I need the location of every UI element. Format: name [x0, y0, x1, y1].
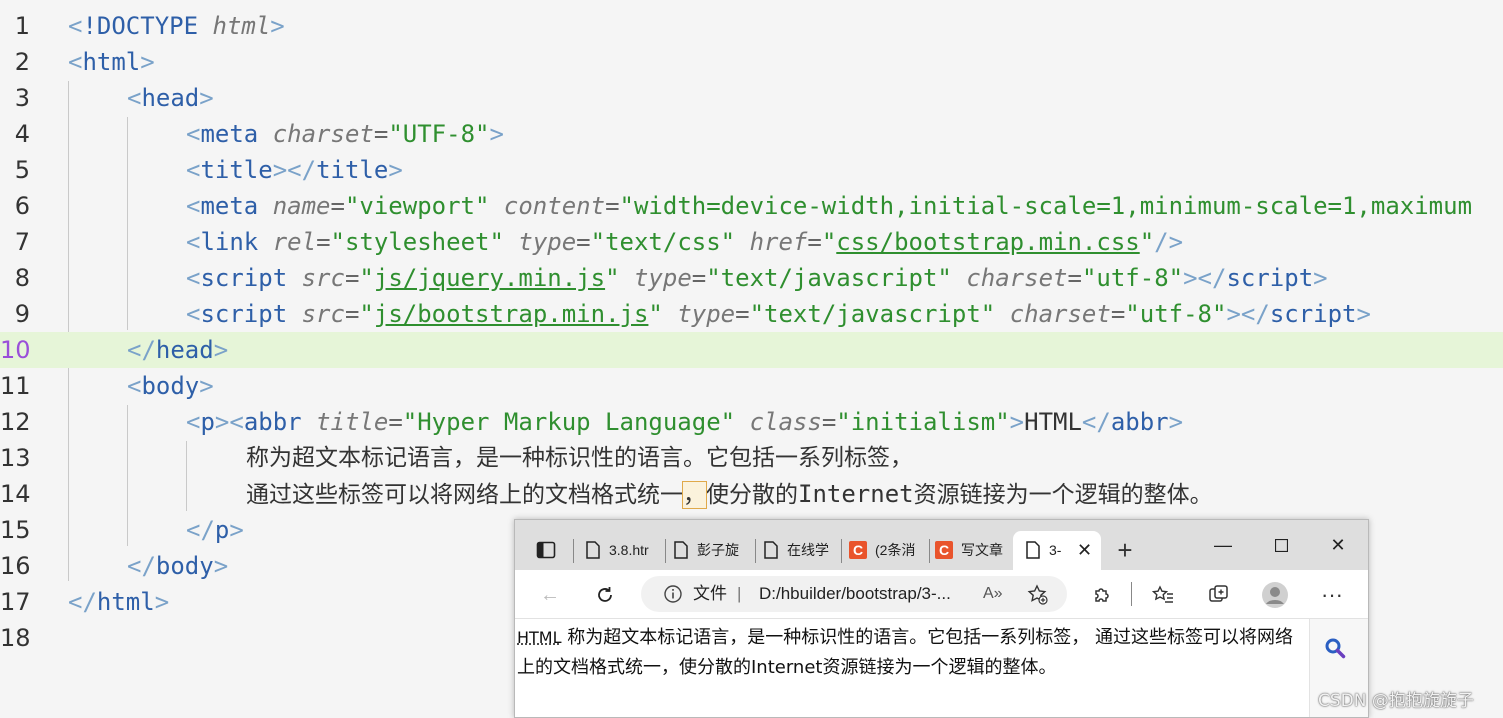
page-content: HTML 称为超文本标记语言，是一种标识性的语言。它包括一系列标签， 通过这些标… [515, 619, 1310, 717]
code-line[interactable]: 11 <body> [0, 368, 1503, 404]
favorites-icon [1152, 585, 1174, 605]
file-link[interactable]: css/bootstrap.min.css [836, 228, 1139, 256]
arrow-left-icon: ← [540, 584, 560, 607]
profile-button[interactable] [1260, 580, 1290, 610]
tab-active-content[interactable]: 3- ✕ [1025, 534, 1101, 566]
code-line[interactable]: 12 <p><abbr title="Hyper Markup Language… [0, 404, 1503, 440]
tab-csdn[interactable]: C (2条消 [849, 534, 929, 566]
refresh-button[interactable] [590, 580, 620, 610]
code-line[interactable]: 2 <html> [0, 44, 1503, 80]
code-line[interactable]: 13 称为超文本标记语言，是一种标识性的语言。它包括一系列标签， [0, 440, 1503, 476]
avatar-icon [1261, 581, 1289, 609]
abbr-html[interactable]: HTML [517, 628, 562, 647]
refresh-icon [595, 585, 615, 605]
puzzle-icon [1092, 585, 1112, 605]
code-line[interactable]: 9 <script src="js/bootstrap.min.js" type… [0, 296, 1503, 332]
minimize-icon: — [1214, 535, 1232, 556]
new-tab-button[interactable]: + [1110, 535, 1140, 565]
code-line[interactable]: 14 通过这些标签可以将网络上的文档格式统一，使分散的Internet资源链接为… [0, 476, 1503, 512]
line-number: 2 [0, 44, 30, 80]
code-line[interactable]: 5 <title></title> [0, 152, 1503, 188]
address-divider: | [737, 576, 741, 612]
code-line[interactable]: 8 <script src="js/jquery.min.js" type="t… [0, 260, 1503, 296]
tab-separator [573, 539, 574, 563]
browser-window[interactable]: 3.8.htr 彭子旋 在线学 C (2条消 C 写文章 3- ✕ + — ✕ … [514, 519, 1369, 718]
url-text[interactable]: D:/hbuilder/bootstrap/3-... [759, 576, 971, 612]
line-number: 8 [0, 260, 30, 296]
line-number: 12 [0, 404, 30, 440]
more-icon: ··· [1321, 582, 1343, 608]
line-number: 16 [0, 548, 30, 584]
page-paragraph: HTML 称为超文本标记语言，是一种标识性的语言。它包括一系列标签， 通过这些标… [515, 619, 1309, 683]
file-link[interactable]: js/bootstrap.min.js [374, 300, 649, 328]
line-number: 7 [0, 224, 30, 260]
line-number: 18 [0, 620, 30, 656]
line-number: 11 [0, 368, 30, 404]
maximize-button[interactable] [1258, 530, 1304, 560]
doctype-keyword: !DOCTYPE [82, 12, 198, 40]
tab-separator [841, 539, 842, 563]
tab-actions-icon [536, 541, 556, 559]
code-line[interactable]: 1 <!DOCTYPE html> [0, 8, 1503, 44]
toolbar-separator [1131, 582, 1132, 606]
favorite-add-icon[interactable] [1027, 584, 1049, 606]
svg-text:C: C [853, 542, 863, 558]
more-menu-button[interactable]: ··· [1317, 580, 1347, 610]
page-icon [585, 541, 601, 559]
code-line-current[interactable]: 10 </head> [0, 332, 1503, 368]
close-icon: ✕ [1330, 535, 1345, 556]
matched-char-highlight: ， [683, 482, 706, 508]
extensions-button[interactable] [1087, 580, 1117, 610]
close-tab-icon[interactable]: ✕ [1077, 540, 1092, 561]
info-icon [663, 584, 683, 604]
page-icon [673, 541, 689, 559]
collections-button[interactable] [1204, 580, 1234, 610]
page-icon [1025, 541, 1041, 559]
line-number: 13 [0, 440, 30, 476]
browser-toolbar: ← 文件 | D:/hbuilder/bootstrap/3-... A» ··… [515, 570, 1368, 619]
watermark: CSDN @抱抱旋旋子 [1318, 686, 1474, 711]
tab-csdn[interactable]: C 写文章 [935, 534, 1011, 566]
tab-separator [755, 539, 756, 563]
page-icon [763, 541, 779, 559]
line-number: 9 [0, 296, 30, 332]
csdn-logo-icon: C [849, 541, 867, 559]
code-line[interactable]: 7 <link rel="stylesheet" type="text/css"… [0, 224, 1503, 260]
line-number: 10 [0, 332, 30, 368]
tab-separator [929, 539, 930, 563]
line-number: 5 [0, 152, 30, 188]
tab-separator [665, 539, 666, 563]
svg-text:C: C [939, 542, 949, 558]
tag-name: html [82, 48, 140, 76]
search-icon[interactable] [1324, 637, 1346, 659]
line-number: 17 [0, 584, 30, 620]
code-line[interactable]: 6 <meta name="viewport" content="width=d… [0, 188, 1503, 224]
back-button[interactable]: ← [535, 580, 565, 610]
file-link[interactable]: js/jquery.min.js [374, 264, 605, 292]
close-window-button[interactable]: ✕ [1315, 530, 1361, 560]
address-bar[interactable]: 文件 | D:/hbuilder/bootstrap/3-... A» [641, 576, 1067, 612]
code-line[interactable]: 4 <meta charset="UTF-8"> [0, 116, 1503, 152]
read-aloud-icon[interactable]: A» [983, 576, 1003, 612]
tab-page[interactable]: 在线学 [763, 534, 837, 566]
plus-icon: + [1117, 535, 1132, 566]
csdn-logo-icon: C [935, 541, 953, 559]
tab-strip: 3.8.htr 彭子旋 在线学 C (2条消 C 写文章 3- ✕ + — ✕ [515, 520, 1368, 570]
tag-name: head [141, 84, 199, 112]
line-number: 1 [0, 8, 30, 44]
line-number: 15 [0, 512, 30, 548]
line-number: 14 [0, 476, 30, 512]
line-number: 6 [0, 188, 30, 224]
tab-actions-button[interactable] [531, 535, 561, 565]
tab-file[interactable]: 3.8.htr [585, 534, 661, 566]
line-number: 3 [0, 80, 30, 116]
minimize-button[interactable]: — [1200, 530, 1246, 560]
favorites-button[interactable] [1148, 580, 1178, 610]
line-number: 4 [0, 116, 30, 152]
tab-page[interactable]: 彭子旋 [673, 534, 749, 566]
site-info-label[interactable]: 文件 [693, 576, 727, 612]
collections-icon [1208, 584, 1230, 606]
maximize-icon [1275, 539, 1288, 552]
code-line[interactable]: 3 <head> [0, 80, 1503, 116]
